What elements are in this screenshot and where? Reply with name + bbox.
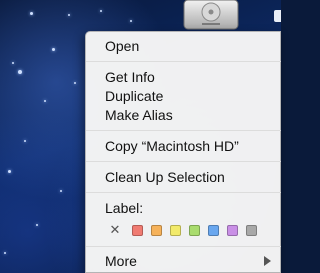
star xyxy=(18,70,22,74)
star xyxy=(30,12,33,15)
star xyxy=(24,140,26,142)
menu-item-more[interactable]: More xyxy=(105,252,137,270)
label-swatch-red[interactable] xyxy=(132,224,143,236)
no-label-icon[interactable]: ✕ xyxy=(108,223,122,237)
label-swatch-yellow[interactable] xyxy=(170,224,181,236)
menu-item-copy[interactable]: Copy “Macintosh HD” xyxy=(105,137,239,155)
desktop-item-label xyxy=(274,10,281,22)
menu-separator xyxy=(86,161,281,162)
menu-item-duplicate[interactable]: Duplicate xyxy=(105,87,163,105)
star xyxy=(100,10,102,12)
label-heading: Label: xyxy=(105,200,144,216)
submenu-arrow-icon xyxy=(264,256,271,266)
menu-item-clean-up-selection[interactable]: Clean Up Selection xyxy=(105,168,225,186)
star xyxy=(36,224,38,226)
label-swatch-orange[interactable] xyxy=(151,224,162,236)
label-swatch-green[interactable] xyxy=(189,224,200,236)
menu-item-open[interactable]: Open xyxy=(105,37,139,55)
menu-separator xyxy=(86,192,281,193)
star xyxy=(4,252,6,254)
menu-separator xyxy=(86,61,281,62)
label-color-picker: ✕ xyxy=(108,223,265,237)
context-menu: Open Get Info Duplicate Make Alias Copy … xyxy=(85,31,281,273)
menu-item-make-alias[interactable]: Make Alias xyxy=(105,106,173,124)
hard-drive-icon[interactable] xyxy=(182,0,240,30)
menu-separator xyxy=(86,130,281,131)
star xyxy=(74,82,76,84)
star xyxy=(52,48,55,51)
label-swatch-blue[interactable] xyxy=(208,224,219,236)
star xyxy=(44,100,46,102)
star xyxy=(8,170,11,173)
star xyxy=(130,20,132,22)
menu-item-get-info[interactable]: Get Info xyxy=(105,68,155,86)
label-swatch-purple[interactable] xyxy=(227,224,238,236)
label-swatch-gray[interactable] xyxy=(246,224,257,236)
star xyxy=(12,62,14,64)
menu-separator xyxy=(86,246,281,247)
star xyxy=(60,190,62,192)
star xyxy=(68,14,70,16)
